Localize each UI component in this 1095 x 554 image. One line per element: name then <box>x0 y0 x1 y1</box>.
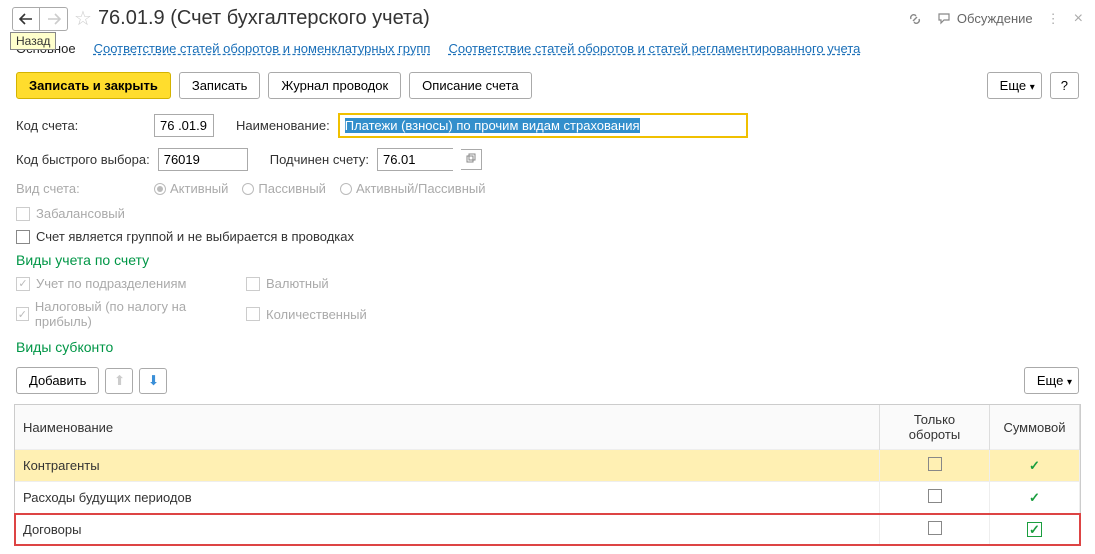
cell-turnover[interactable] <box>880 514 990 546</box>
accounting-types-header: Виды учета по счету <box>16 252 1079 268</box>
back-tooltip: Назад <box>10 32 56 50</box>
quantity-checkbox <box>246 307 260 321</box>
code-label: Код счета: <box>16 118 146 133</box>
subconto-header: Виды субконто <box>16 339 1079 355</box>
favorite-star-icon[interactable]: ☆ <box>74 6 92 31</box>
cell-name[interactable]: Расходы будущих периодов <box>15 482 880 514</box>
save-and-close-button[interactable]: Записать и закрыть <box>16 72 171 99</box>
cell-sum[interactable]: ✓ <box>990 482 1080 514</box>
add-subconto-button[interactable]: Добавить <box>16 367 99 394</box>
radio-active-passive: Активный/Пассивный <box>340 181 486 196</box>
journal-button[interactable]: Журнал проводок <box>268 72 401 99</box>
more-button[interactable]: Еще ▾ <box>987 72 1042 99</box>
parent-account-input[interactable] <box>377 148 453 171</box>
account-type-label: Вид счета: <box>16 181 146 196</box>
turnover-checkbox[interactable] <box>928 489 942 503</box>
move-up-button[interactable]: ⬆ <box>105 368 133 394</box>
table-row[interactable]: Контрагенты ✓ <box>15 450 1080 482</box>
currency-label: Валютный <box>266 276 329 291</box>
move-down-button[interactable]: ⬇ <box>139 368 167 394</box>
tab-link-nomenclature[interactable]: Соответствие статей оборотов и номенклат… <box>94 41 431 56</box>
quantity-label: Количественный <box>266 307 367 322</box>
col-turnover[interactable]: Только обороты <box>880 405 990 450</box>
parent-label: Подчинен счету: <box>270 152 369 167</box>
discussion-label: Обсуждение <box>957 11 1033 26</box>
cell-turnover[interactable] <box>880 482 990 514</box>
col-sum[interactable]: Суммовой <box>990 405 1080 450</box>
radio-passive: Пассивный <box>242 181 326 196</box>
name-label: Наименование: <box>236 118 330 133</box>
is-group-label: Счет является группой и не выбирается в … <box>36 229 354 244</box>
nav-forward-button[interactable] <box>40 7 68 31</box>
discussion-link[interactable]: Обсуждение <box>937 11 1033 26</box>
is-group-checkbox[interactable] <box>16 230 30 244</box>
check-icon[interactable]: ✓ <box>1029 458 1040 473</box>
tab-link-regulated[interactable]: Соответствие статей оборотов и статей ре… <box>448 41 860 56</box>
col-name[interactable]: Наименование <box>15 405 880 450</box>
offbalance-checkbox <box>16 207 30 221</box>
description-button[interactable]: Описание счета <box>409 72 531 99</box>
cell-turnover[interactable] <box>880 450 990 482</box>
account-name-input[interactable]: Платежи (взносы) по прочим видам страхов… <box>338 113 748 138</box>
close-icon[interactable]: × <box>1074 10 1083 28</box>
turnover-checkbox[interactable] <box>928 521 942 535</box>
kebab-menu-icon[interactable]: ⋮ <box>1047 11 1060 27</box>
tax-label: Налоговый (по налогу на прибыль) <box>35 299 226 329</box>
cell-sum[interactable]: ✓ <box>990 450 1080 482</box>
subconto-more-button[interactable]: Еще ▾ <box>1024 367 1079 394</box>
page-title: 76.01.9 (Счет бухгалтерского учета) <box>98 7 430 30</box>
cell-sum[interactable]: ✓ <box>990 514 1080 546</box>
link-icon[interactable] <box>907 11 923 27</box>
nav-back-button[interactable] <box>12 7 40 31</box>
help-button[interactable]: ? <box>1050 72 1079 99</box>
by-dept-checkbox: ✓ <box>16 277 30 291</box>
check-icon[interactable]: ✓ <box>1029 490 1040 505</box>
quick-code-label: Код быстрого выбора: <box>16 152 150 167</box>
tax-checkbox: ✓ <box>16 307 29 321</box>
cell-name[interactable]: Договоры <box>15 514 880 546</box>
cell-name[interactable]: Контрагенты <box>15 450 880 482</box>
account-code-input[interactable] <box>154 114 214 137</box>
turnover-checkbox[interactable] <box>928 457 942 471</box>
currency-checkbox <box>246 277 260 291</box>
offbalance-label: Забалансовый <box>36 206 125 221</box>
table-row[interactable]: Договоры ✓ <box>15 514 1080 546</box>
save-button[interactable]: Записать <box>179 72 261 99</box>
subconto-table[interactable]: Наименование Только обороты Суммовой Кон… <box>15 405 1080 545</box>
parent-lookup-button[interactable] <box>461 149 482 170</box>
table-row[interactable]: Расходы будущих периодов ✓ <box>15 482 1080 514</box>
quick-code-input[interactable] <box>158 148 248 171</box>
radio-active: Активный <box>154 181 228 196</box>
by-dept-label: Учет по подразделениям <box>36 276 186 291</box>
check-icon[interactable]: ✓ <box>1027 522 1042 537</box>
